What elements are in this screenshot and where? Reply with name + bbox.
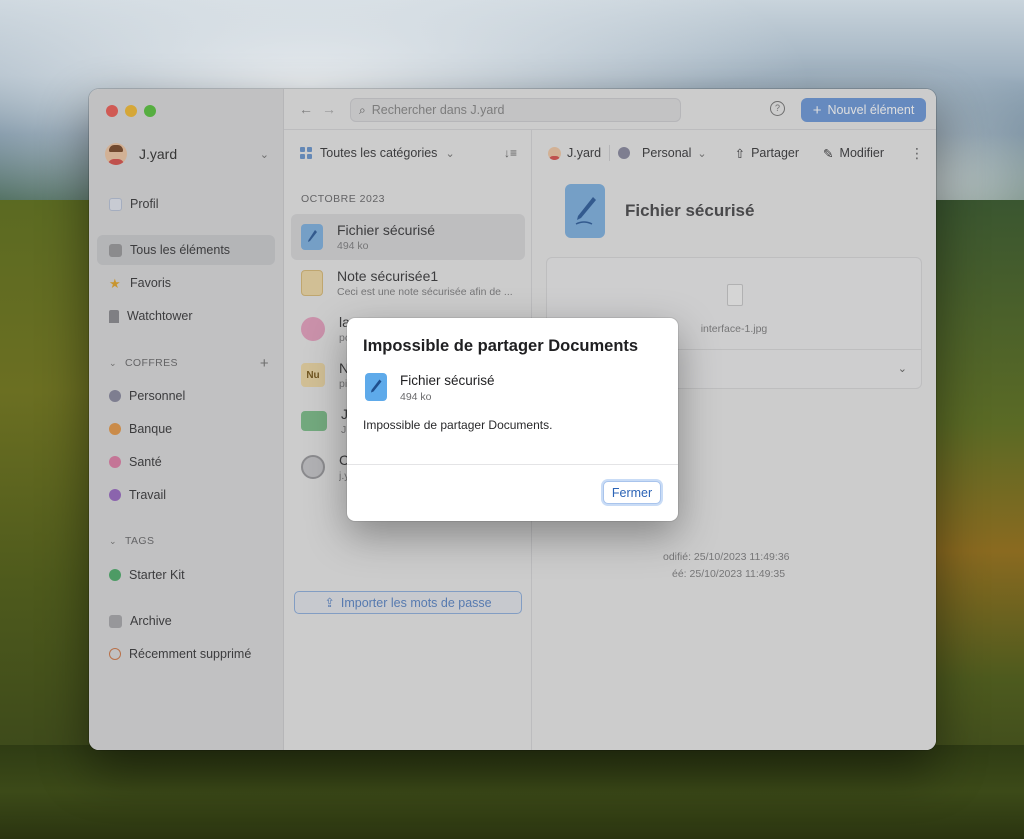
dialog-title: Impossible de partager Documents — [363, 337, 639, 355]
pen-icon — [365, 373, 387, 401]
close-button[interactable]: Fermer — [603, 481, 661, 504]
background-forest — [0, 745, 1024, 839]
background-hill-right — [924, 200, 1024, 839]
share-error-dialog: Impossible de partager Documents Fichier… — [347, 318, 678, 521]
divider — [347, 464, 678, 465]
dialog-item-title: Fichier sécurisé — [400, 373, 495, 388]
dialog-item-size: 494 ko — [400, 391, 432, 403]
dialog-message: Impossible de partager Documents. — [363, 418, 553, 432]
